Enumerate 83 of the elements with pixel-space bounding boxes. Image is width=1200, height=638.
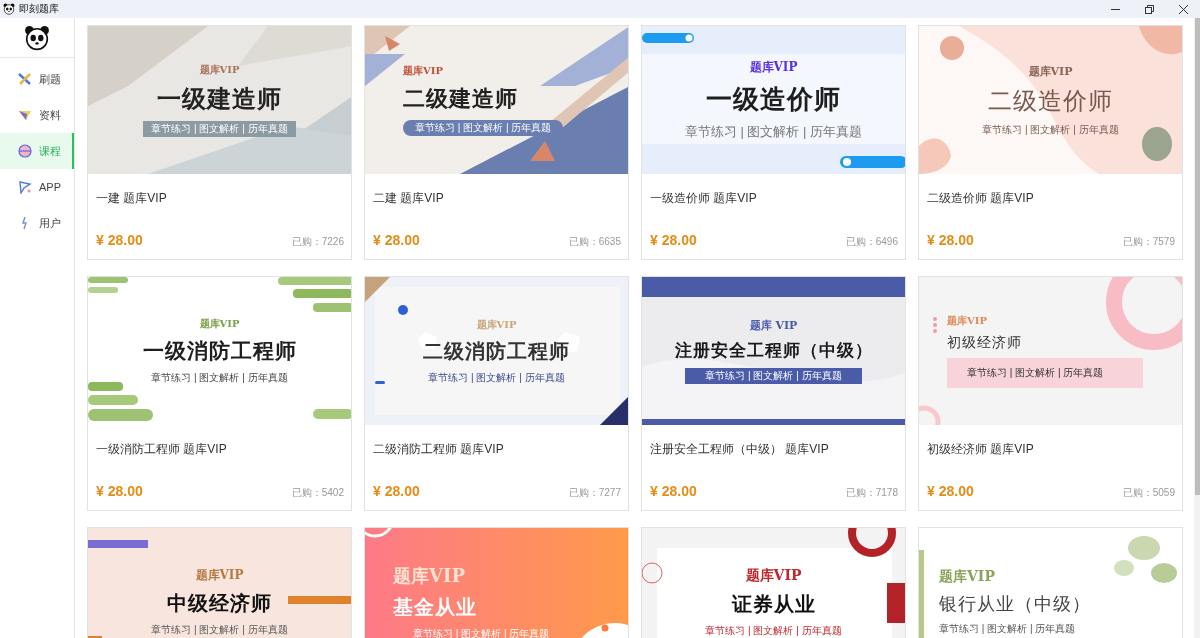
restore-icon — [1144, 4, 1154, 14]
course-price: ¥ 28.00 — [927, 483, 974, 499]
course-name: 一建 题库VIP — [96, 190, 168, 207]
course-name: 初级经济师 题库VIP — [927, 441, 1035, 458]
sold-count: 已购：7178 — [845, 486, 898, 500]
cover-title: 银行从业（中级） — [939, 593, 1091, 616]
sidebar-item[interactable]: 用户 — [0, 205, 74, 241]
course-card[interactable]: 题库VIP 二级造价师 章节练习 | 图文解析 | 历年真题 二级造价师 题库VIP ¥ 28.00 已购：7579 — [918, 25, 1183, 260]
cover-subtitle: 章节练习 | 图文解析 | 历年真题 — [947, 358, 1144, 388]
course-price: ¥ 28.00 — [650, 483, 697, 499]
course-card[interactable]: 题库VIP 二级消防工程师 章节练习 | 图文解析 | 历年真题 二级消防工程师 题库VIP ¥ 28.00 已购：7277 — [364, 276, 629, 511]
course-price: ¥ 28.00 — [96, 483, 143, 499]
window-title: 即刻题库 — [19, 2, 59, 16]
course-price: ¥ 28.00 — [373, 232, 420, 248]
cover-label: 题库VIP — [1028, 63, 1073, 79]
course-card[interactable]: 题库VIP 二级建造师 章节练习 | 图文解析 | 历年真题 二建 题库VIP ¥ 28.00 已购：6635 — [364, 25, 629, 260]
course-name: 二级造价师 题库VIP — [927, 190, 1035, 207]
course-name: 注册安全工程师（中级） 题库VIP — [650, 441, 830, 458]
paper-plane-icon — [18, 108, 32, 122]
cover-title: 一级造价师 — [706, 83, 841, 116]
sold-count: 已购：6635 — [568, 235, 621, 249]
cover-title: 二级造价师 — [988, 85, 1113, 116]
cover-title: 二级消防工程师 — [423, 338, 570, 364]
cover-label: 题库VIP — [939, 568, 995, 586]
panda-logo-icon — [24, 24, 50, 51]
cover-label: 题库VIP — [199, 63, 240, 77]
sidebar-item[interactable]: APP — [0, 169, 74, 205]
cover-label: 题库VIP — [195, 567, 244, 584]
scrollbar[interactable] — [1194, 18, 1200, 638]
course-card[interactable]: 题库 VIP 注册安全工程师（中级） 章节练习 | 图文解析 | 历年真题 注册安全工程师（中级） 题库VIP ¥ 28.00 已购：7178 — [641, 276, 906, 511]
cover-title: 初级经济师 — [947, 334, 1022, 352]
sold-count: 已购：6496 — [845, 235, 898, 249]
cover-title: 二级建造师 — [403, 85, 518, 113]
sidebar-item[interactable]: 刷题 — [0, 61, 74, 97]
course-card[interactable]: 题库VIP 证券从业 章节练习 | 图文解析 | 历年真题 — [641, 527, 906, 638]
sold-count: 已购：5402 — [291, 486, 344, 500]
cover-title: 中级经济师 — [167, 591, 272, 616]
cover-subtitle: 章节练习 | 图文解析 | 历年真题 — [151, 623, 288, 637]
cover-label: 题库VIP — [476, 317, 517, 332]
cover-label: 题库VIP — [199, 317, 240, 331]
cover-title: 基金从业 — [393, 594, 477, 620]
cover-subtitle: 章节练习 | 图文解析 | 历年真题 — [151, 371, 288, 385]
cover-subtitle: 章节练习 | 图文解析 | 历年真题 — [939, 622, 1076, 636]
cover-label: 题库 VIP — [749, 318, 798, 333]
cover-label: 题库VIP — [749, 59, 798, 76]
sold-count: 已购：5059 — [1122, 486, 1175, 500]
course-card[interactable]: 题库VIP 中级经济师 章节练习 | 图文解析 | 历年真题 — [87, 527, 352, 638]
sold-count: 已购：7226 — [291, 235, 344, 249]
sold-count: 已购：7579 — [1122, 235, 1175, 249]
course-price: ¥ 28.00 — [927, 232, 974, 248]
course-card[interactable]: 题库VIP 银行从业（中级） 章节练习 | 图文解析 | 历年真题 — [918, 527, 1183, 638]
course-name: 一级造价师 题库VIP — [650, 190, 758, 207]
cover-subtitle: 章节练习 | 图文解析 | 历年真题 — [428, 370, 565, 385]
cover-subtitle: 章节练习 | 图文解析 | 历年真题 — [412, 626, 550, 638]
cover-subtitle: 章节练习 | 图文解析 | 历年真题 — [685, 368, 862, 384]
course-name: 一级消防工程师 题库VIP — [96, 441, 228, 458]
course-card[interactable]: 题库VIP 一级建造师 章节练习 | 图文解析 | 历年真题 一建 题库VIP ¥ 28.00 已购：7226 — [87, 25, 352, 260]
globe-icon — [18, 144, 32, 158]
course-card[interactable]: 题库VIP 一级造价师 章节练习 | 图文解析 | 历年真题 一级造价师 题库VIP ¥ 28.00 已购：6496 — [641, 25, 906, 260]
course-price: ¥ 28.00 — [373, 483, 420, 499]
sold-count: 已购：7277 — [568, 486, 621, 500]
cover-title: 证券从业 — [731, 591, 816, 617]
cover-label: 题库VIP — [745, 566, 802, 585]
course-name: 二级消防工程师 题库VIP — [373, 441, 505, 458]
course-price: ¥ 28.00 — [96, 232, 143, 248]
app-logo-icon — [3, 3, 15, 15]
cover-label: 题库VIP — [403, 64, 443, 78]
cover-label: 题库VIP — [947, 314, 987, 328]
course-name: 二建 题库VIP — [373, 190, 445, 207]
cover-label: 题库VIP — [393, 563, 465, 588]
close-icon — [1178, 4, 1188, 14]
cover-subtitle: 章节练习 | 图文解析 | 历年真题 — [143, 121, 296, 137]
cover-title: 一级建造师 — [157, 84, 282, 114]
course-card[interactable]: 题库VIP 一级消防工程师 章节练习 | 图文解析 | 历年真题 一级消防工程师 题库VIP ¥ 28.00 已购：5402 — [87, 276, 352, 511]
course-price: ¥ 28.00 — [650, 232, 697, 248]
cover-subtitle: 章节练习 | 图文解析 | 历年真题 — [684, 123, 863, 141]
cover-title: 一级消防工程师 — [142, 338, 297, 364]
sidebar-item[interactable]: 资料 — [0, 97, 74, 133]
course-card[interactable]: 题库VIP 初级经济师 章节练习 | 图文解析 | 历年真题 初级经济师 题库VIP ¥ 28.00 已购：5059 — [918, 276, 1183, 511]
cover-subtitle: 章节练习 | 图文解析 | 历年真题 — [403, 120, 564, 136]
cover-subtitle: 章节练习 | 图文解析 | 历年真题 — [982, 122, 1119, 137]
cover-subtitle: 章节练习 | 图文解析 | 历年真题 — [705, 623, 842, 638]
cover-title: 注册安全工程师（中级） — [674, 340, 873, 362]
